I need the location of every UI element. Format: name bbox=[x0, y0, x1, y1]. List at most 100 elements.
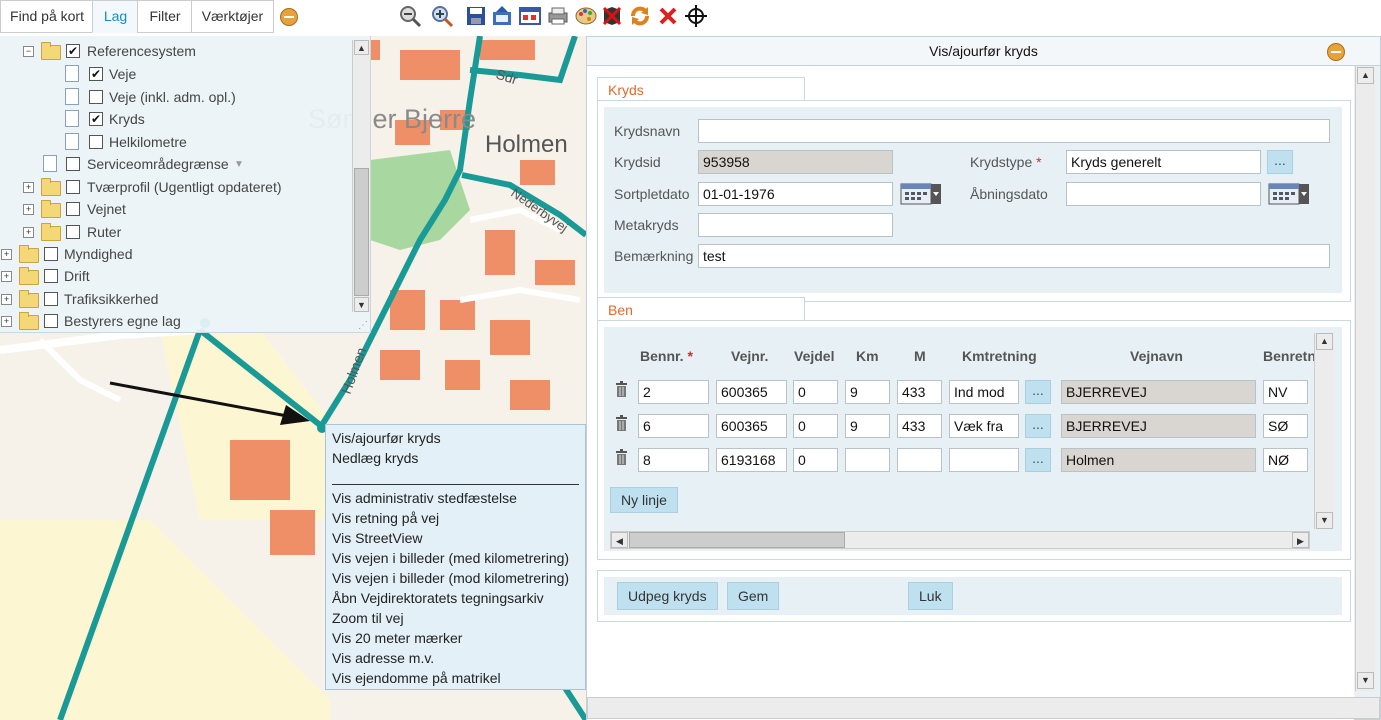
vejdel-input[interactable]: 0 bbox=[793, 414, 838, 438]
layer-checkbox[interactable] bbox=[66, 157, 80, 171]
vejnr-input[interactable]: 6193168 bbox=[716, 448, 787, 472]
menu-item-vis-20-meter[interactable]: Vis 20 meter mærker bbox=[332, 630, 462, 646]
layer-checkbox[interactable] bbox=[66, 225, 80, 239]
vejdel-input[interactable]: 0 bbox=[793, 380, 838, 404]
calendar-icon[interactable] bbox=[900, 182, 942, 206]
calendar-icon[interactable] bbox=[1268, 182, 1310, 206]
kmtretning-input[interactable]: Væk fra bbox=[949, 414, 1019, 438]
layer-checkbox[interactable] bbox=[66, 180, 80, 194]
udpeg-kryds-button[interactable]: Udpeg kryds bbox=[617, 582, 718, 610]
minimize-dialog-icon[interactable] bbox=[1327, 43, 1345, 61]
scroll-up-button[interactable]: ▲ bbox=[1357, 67, 1374, 84]
km-input[interactable]: 9 bbox=[845, 414, 890, 438]
layer-checkbox[interactable] bbox=[44, 314, 58, 328]
gem-button[interactable]: Gem bbox=[727, 582, 780, 610]
menu-item-vis-vejen-med-km[interactable]: Vis vejen i billeder (med kilometrering) bbox=[332, 550, 569, 566]
crosshair-icon[interactable] bbox=[684, 4, 708, 28]
layer-checkbox[interactable] bbox=[66, 202, 80, 216]
krydstype-input[interactable]: Kryds generelt bbox=[1066, 150, 1261, 174]
expand-toggle[interactable]: + bbox=[23, 204, 34, 215]
tab-filter[interactable]: Filter bbox=[137, 0, 193, 33]
scroll-up-button[interactable]: ▲ bbox=[354, 40, 369, 55]
print-icon[interactable] bbox=[546, 4, 570, 28]
sortpletdato-input[interactable]: 01-01-1976 bbox=[698, 182, 893, 206]
kmtretning-input[interactable] bbox=[949, 448, 1019, 472]
layer-checkbox[interactable]: ✔ bbox=[66, 44, 80, 58]
m-input[interactable]: 433 bbox=[897, 380, 942, 404]
collapse-toggle[interactable]: − bbox=[23, 46, 34, 57]
scroll-down-button[interactable]: ▼ bbox=[1357, 672, 1374, 689]
refresh-icon[interactable] bbox=[628, 4, 652, 28]
menu-item-vis-retning-paa-vej[interactable]: Vis retning på vej bbox=[332, 510, 439, 526]
krydstype-lookup-button[interactable]: ... bbox=[1267, 150, 1293, 174]
expand-toggle[interactable]: + bbox=[23, 227, 34, 238]
expand-toggle[interactable]: + bbox=[1, 249, 12, 260]
clear-icon[interactable] bbox=[600, 4, 624, 28]
expand-toggle[interactable]: + bbox=[1, 271, 12, 282]
delete-row-icon[interactable] bbox=[616, 381, 627, 397]
menu-item-nedlaeg-kryds[interactable]: Nedlæg kryds bbox=[332, 450, 418, 466]
close-red-icon[interactable] bbox=[656, 4, 680, 28]
expand-toggle[interactable]: + bbox=[1, 316, 12, 327]
bennr-input[interactable]: 6 bbox=[638, 414, 709, 438]
tab-find-paa-kort[interactable]: Find på kort bbox=[0, 0, 94, 33]
delete-row-icon[interactable] bbox=[616, 449, 627, 465]
tab-ben[interactable]: Ben bbox=[597, 297, 805, 322]
benretning-input[interactable]: NV bbox=[1263, 380, 1308, 404]
ny-linje-button[interactable]: Ny linje bbox=[610, 487, 678, 513]
benretning-input[interactable]: SØ bbox=[1263, 414, 1308, 438]
layer-checkbox[interactable]: ✔ bbox=[89, 67, 103, 81]
layer-checkbox[interactable]: ✔ bbox=[89, 112, 103, 126]
save-icon[interactable] bbox=[464, 4, 488, 28]
delete-row-icon[interactable] bbox=[616, 415, 627, 431]
bennr-input[interactable]: 8 bbox=[638, 448, 709, 472]
m-input[interactable]: 433 bbox=[897, 414, 942, 438]
vejdel-input[interactable]: 0 bbox=[793, 448, 838, 472]
kmtretning-lookup-button[interactable]: ... bbox=[1025, 380, 1051, 404]
scroll-up-button[interactable]: ▲ bbox=[1316, 333, 1333, 350]
menu-item-vis-adresse[interactable]: Vis adresse m.v. bbox=[332, 650, 434, 666]
menu-item-zoom-til-vej[interactable]: Zoom til vej bbox=[332, 610, 404, 626]
benretning-input[interactable]: NØ bbox=[1263, 448, 1308, 472]
bemaerkning-input[interactable]: test bbox=[698, 244, 1330, 268]
layer-checkbox[interactable] bbox=[44, 269, 58, 283]
kmtretning-input[interactable]: Ind mod bbox=[949, 380, 1019, 404]
abningsdato-input[interactable] bbox=[1066, 182, 1261, 206]
palette-icon[interactable] bbox=[574, 4, 598, 28]
dialog-vscroll[interactable]: ▲ ▼ bbox=[1355, 66, 1375, 691]
scroll-thumb[interactable] bbox=[354, 168, 369, 296]
export-icon[interactable] bbox=[490, 4, 514, 28]
collapse-panel-icon[interactable] bbox=[280, 8, 298, 26]
metakryds-input[interactable] bbox=[698, 213, 893, 237]
scroll-down-button[interactable]: ▼ bbox=[1316, 512, 1333, 529]
dialog-hscroll[interactable] bbox=[587, 697, 1380, 719]
layer-checkbox[interactable] bbox=[44, 292, 58, 306]
layer-checkbox[interactable] bbox=[89, 90, 103, 104]
tab-lag[interactable]: Lag bbox=[92, 0, 139, 33]
resize-grip-icon[interactable]: ⋰ bbox=[358, 320, 368, 331]
tab-kryds[interactable]: Kryds bbox=[597, 77, 805, 102]
zoom-out-icon[interactable] bbox=[398, 4, 422, 28]
scroll-left-button[interactable]: ◀ bbox=[611, 532, 628, 548]
menu-item-vis-streetview[interactable]: Vis StreetView bbox=[332, 530, 423, 546]
ben-grid-hscroll[interactable]: ◀ ▶ bbox=[610, 531, 1310, 549]
tab-vaerktoejer[interactable]: Værktøjer bbox=[191, 0, 274, 33]
menu-item-vis-vejen-mod-km[interactable]: Vis vejen i billeder (mod kilometrering) bbox=[332, 570, 569, 586]
kmtretning-lookup-button[interactable]: ... bbox=[1025, 414, 1051, 438]
info-icon[interactable]: ▼ bbox=[234, 154, 244, 176]
krydsnavn-input[interactable] bbox=[698, 119, 1330, 143]
vejnr-input[interactable]: 600365 bbox=[716, 380, 787, 404]
dialog-titlebar[interactable]: Vis/ajourfør kryds bbox=[587, 37, 1380, 66]
layer-checkbox[interactable] bbox=[44, 247, 58, 261]
km-input[interactable]: 9 bbox=[845, 380, 890, 404]
luk-button[interactable]: Luk bbox=[908, 582, 953, 610]
km-input[interactable] bbox=[845, 448, 890, 472]
menu-item-vis-administrativ-stedfaestelse[interactable]: Vis administrativ stedfæstelse bbox=[332, 490, 517, 506]
table-icon[interactable] bbox=[518, 4, 542, 28]
vejnr-input[interactable]: 600365 bbox=[716, 414, 787, 438]
expand-toggle[interactable]: + bbox=[1, 294, 12, 305]
menu-item-vis-ejendomme[interactable]: Vis ejendomme på matrikel bbox=[332, 670, 501, 686]
scroll-thumb[interactable] bbox=[629, 532, 845, 548]
scroll-right-button[interactable]: ▶ bbox=[1292, 532, 1309, 548]
bennr-input[interactable]: 2 bbox=[638, 380, 709, 404]
